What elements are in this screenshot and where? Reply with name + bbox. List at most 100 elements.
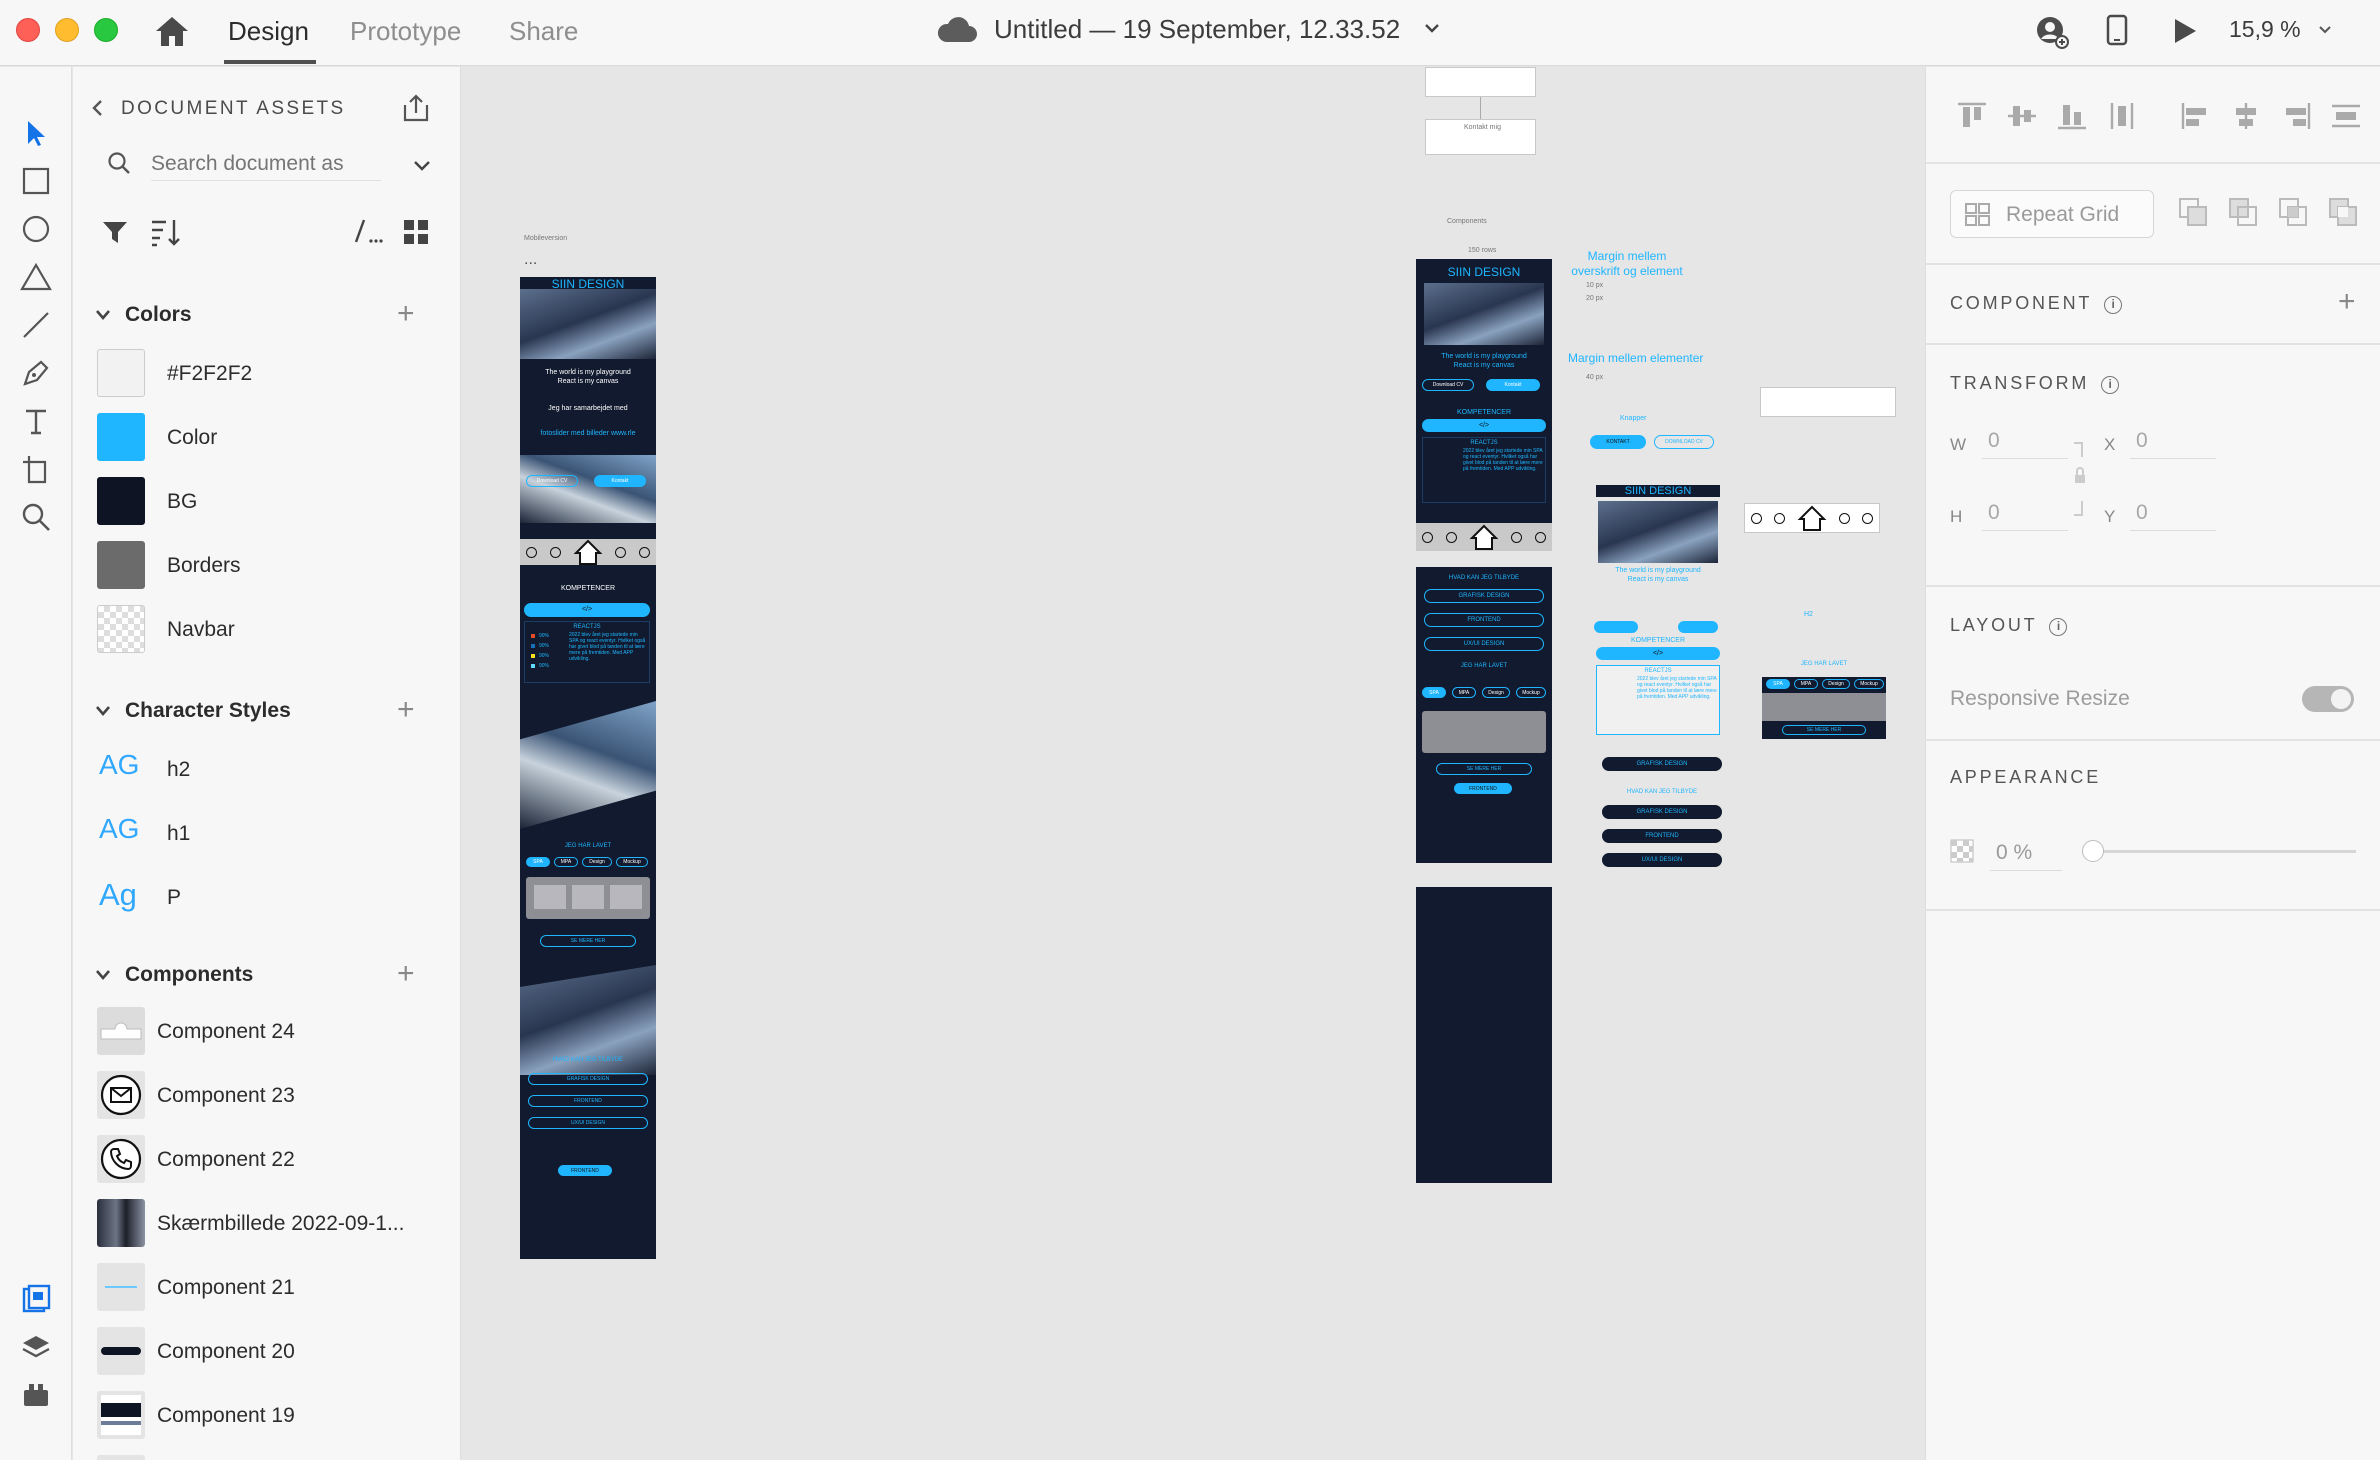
chevron-down-icon[interactable] (2318, 22, 2332, 40)
component-item[interactable]: Component 21 (97, 1263, 437, 1315)
offer-uxui[interactable]: UX/UI DESIGN (1602, 853, 1722, 867)
chevron-left-icon[interactable] (91, 99, 105, 122)
subtract-boolean-icon[interactable] (2228, 197, 2258, 232)
opacity-slider-knob[interactable] (2082, 840, 2104, 862)
chevron-down-icon[interactable] (95, 699, 111, 723)
home-icon[interactable] (154, 14, 190, 48)
line-icon[interactable] (12, 301, 60, 349)
character-style-item[interactable]: AG h2 (97, 745, 437, 797)
secondary-button-sample[interactable]: DOWNLOAD CV (1654, 435, 1714, 449)
components-artboard-bottom[interactable] (1416, 887, 1552, 1183)
color-item[interactable]: Borders (97, 541, 437, 593)
add-character-style-icon[interactable]: + (397, 695, 415, 725)
project-thumb[interactable] (610, 885, 642, 909)
offer-uxui[interactable]: UX/UI DESIGN (1424, 637, 1544, 651)
mobile-artboard[interactable]: SIIN DESIGN The world is my playground R… (520, 277, 656, 1259)
color-item[interactable]: #F2F2F2 (97, 349, 437, 401)
tab-share[interactable]: Share (509, 16, 578, 47)
distribute-horizontal-icon[interactable] (2330, 101, 2362, 136)
offer-frontend[interactable]: FRONTEND (1424, 613, 1544, 627)
offer-frontend[interactable]: FRONTEND (1602, 829, 1722, 843)
work-tab-mpa[interactable]: MPA (554, 857, 578, 867)
layers-icon[interactable] (12, 1323, 60, 1371)
component-item[interactable]: Component 19 (97, 1391, 437, 1443)
window-maximize-button[interactable] (94, 18, 118, 42)
github-icon[interactable] (1839, 512, 1850, 524)
zoom-icon[interactable] (12, 493, 60, 541)
info-icon[interactable]: i (2104, 296, 2123, 314)
github-icon[interactable] (1511, 531, 1523, 543)
phone-icon[interactable] (1751, 512, 1762, 524)
x-field[interactable]: 0 (2130, 425, 2216, 459)
tab-design[interactable]: Design (228, 16, 309, 47)
components-artboard-top[interactable]: SIIN DESIGN The world is my playground R… (1416, 259, 1552, 551)
work-component[interactable]: SPA MPA Design Mockup SE MERE HER (1762, 677, 1886, 739)
phone-icon[interactable] (526, 546, 538, 558)
grid-view-icon[interactable] (403, 219, 429, 250)
home-icon[interactable] (1469, 523, 1499, 551)
chevron-down-icon[interactable] (413, 159, 431, 177)
info-icon[interactable]: i (2101, 376, 2120, 394)
width-field[interactable]: 0 (1982, 425, 2068, 459)
zoom-level[interactable]: 15,9 % (2229, 16, 2301, 43)
linkedin-icon[interactable] (638, 546, 650, 558)
text-icon[interactable] (12, 397, 60, 445)
components-section-header[interactable]: Components (95, 963, 253, 987)
tab-prototype[interactable]: Prototype (350, 16, 461, 47)
work-tab-design[interactable]: Design (582, 857, 612, 867)
mail-icon[interactable] (1445, 531, 1457, 543)
character-style-item[interactable]: AG h1 (97, 809, 437, 861)
polygon-icon[interactable] (12, 253, 60, 301)
design-canvas[interactable]: Kontakt mig Components Mobileversion ...… (462, 67, 1924, 1460)
align-left-icon[interactable] (2180, 101, 2212, 136)
window-minimize-button[interactable] (55, 18, 79, 42)
add-color-icon[interactable]: + (397, 299, 415, 329)
nav-artboard-small[interactable] (1425, 67, 1536, 97)
opacity-field[interactable]: 0 % (1990, 837, 2062, 871)
mail-icon[interactable] (1774, 512, 1785, 524)
github-icon[interactable] (615, 546, 627, 558)
assets-icon[interactable] (12, 1275, 60, 1323)
linkedin-icon[interactable] (1862, 512, 1873, 524)
component-item[interactable]: Component 22 (97, 1135, 437, 1187)
offer-graphic-design[interactable]: GRAFISK DESIGN (528, 1073, 648, 1085)
exclude-boolean-icon[interactable] (2328, 197, 2358, 232)
work-tab-spa[interactable]: SPA (1766, 679, 1790, 689)
offer-frontend[interactable]: FRONTEND (528, 1095, 648, 1107)
ellipse-icon[interactable] (12, 205, 60, 253)
work-tab-mockup[interactable]: Mockup (616, 857, 648, 867)
component-item[interactable]: Component 24 (97, 1007, 437, 1059)
work-tab-spa[interactable]: SPA (1422, 687, 1446, 698)
distribute-vertical-icon[interactable] (2106, 101, 2138, 136)
work-tab-design[interactable]: Design (1822, 679, 1850, 689)
document-title[interactable]: Untitled — 19 September, 12.33.52 (994, 14, 1400, 45)
responsive-resize-toggle[interactable] (2302, 686, 2354, 712)
add-boolean-icon[interactable] (2178, 197, 2208, 232)
component-item[interactable]: Skærmbillede 2022-09-1... (97, 1199, 437, 1251)
see-more-button[interactable]: SE MERE HER (1782, 725, 1866, 735)
colors-section-header[interactable]: Colors (95, 303, 192, 327)
work-tab-mpa[interactable]: MPA (1452, 687, 1476, 698)
lock-aspect-icon[interactable] (2070, 435, 2090, 540)
project-thumb[interactable] (572, 885, 604, 909)
hero-component[interactable]: SIIN DESIGN The world is my playground R… (1596, 485, 1720, 589)
plugins-icon[interactable] (12, 1371, 60, 1419)
contact-button[interactable]: Kontakt (594, 475, 646, 487)
component-item[interactable]: Component 20 (97, 1327, 437, 1379)
path-view-icon[interactable] (353, 217, 385, 250)
primary-button-sample[interactable] (1678, 621, 1718, 633)
work-tab-mpa[interactable]: MPA (1794, 679, 1818, 689)
info-icon[interactable]: i (2049, 618, 2068, 636)
play-icon[interactable] (2172, 17, 2198, 50)
code-tab-bar[interactable]: </> (1422, 419, 1546, 432)
y-field[interactable]: 0 (2130, 497, 2216, 531)
primary-button-sample[interactable]: KONTAKT (1590, 435, 1646, 449)
align-bottom-icon[interactable] (2056, 101, 2088, 136)
artboard-icon[interactable] (12, 445, 60, 493)
contact-button[interactable]: Kontakt (1486, 379, 1540, 391)
color-item[interactable]: Color (97, 413, 437, 465)
filter-icon[interactable] (101, 219, 129, 250)
footer-button[interactable]: FRONTEND (1454, 783, 1512, 794)
phone-icon[interactable] (1422, 531, 1434, 543)
code-tab-bar[interactable]: </> (524, 603, 650, 617)
